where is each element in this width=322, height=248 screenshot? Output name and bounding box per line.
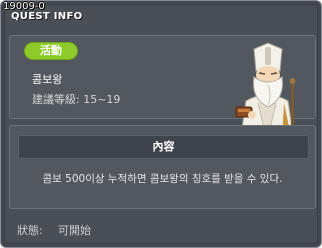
status-label: 狀態:	[17, 224, 43, 237]
status-value: 可開始	[58, 224, 91, 237]
activity-badge: 活動	[24, 42, 78, 60]
quest-summary-box: 活動 콤보왕 建議等級: 15~19	[9, 35, 316, 143]
content-description: 콤보 500이상 누적하면 콤보왕의 칭호를 받을 수 있다.	[42, 173, 283, 185]
quest-info-panel: 19009-0 QUEST INFO 活動 콤보왕 建議等級: 15~19 內容…	[0, 0, 322, 248]
panel-title: QUEST INFO	[11, 11, 83, 22]
recommended-level: 建議等級: 15~19	[32, 93, 121, 106]
content-title: 內容	[18, 135, 309, 159]
quest-content-box: 內容 콤보 500이상 누적하면 콤보왕의 칭호를 받을 수 있다.	[9, 125, 316, 209]
quest-name: 콤보왕	[32, 73, 63, 86]
